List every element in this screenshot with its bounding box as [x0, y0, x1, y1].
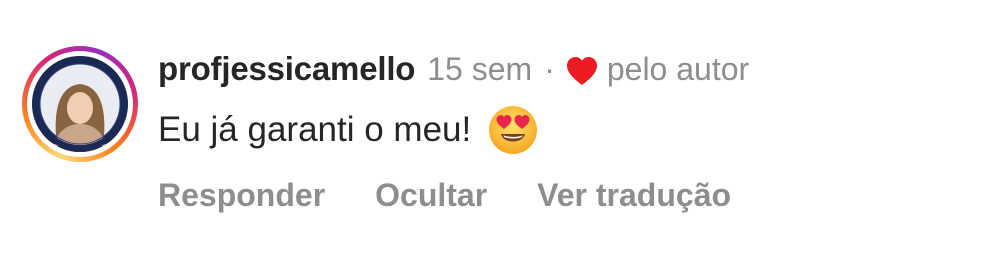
reply-button[interactable]: Responder: [158, 177, 325, 214]
hide-button[interactable]: Ocultar: [375, 177, 487, 214]
liked-by-author-label: pelo autor: [606, 50, 750, 87]
avatar[interactable]: [32, 56, 128, 152]
comment-timestamp[interactable]: 15 sem: [427, 51, 532, 88]
smiling-face-with-heart-eyes-icon: [487, 104, 539, 156]
comment: profjessicamello 15 sem · pelo autor Eu …: [0, 0, 981, 263]
separator-dot: ·: [544, 50, 555, 87]
username-link[interactable]: profjessicamello: [158, 50, 415, 88]
comment-actions: Responder Ocultar Ver tradução: [158, 172, 731, 218]
comment-text: Eu já garanti o meu!: [158, 110, 472, 149]
comment-body: Eu já garanti o meu!: [158, 105, 539, 155]
heart-icon: [565, 55, 599, 87]
see-translation-button[interactable]: Ver tradução: [537, 177, 731, 214]
profile-photo-avatar: [32, 56, 128, 152]
avatar-story-ring[interactable]: [22, 46, 138, 162]
comment-header: profjessicamello 15 sem · pelo autor: [158, 48, 749, 90]
avatar-ring-gap: [27, 51, 133, 157]
